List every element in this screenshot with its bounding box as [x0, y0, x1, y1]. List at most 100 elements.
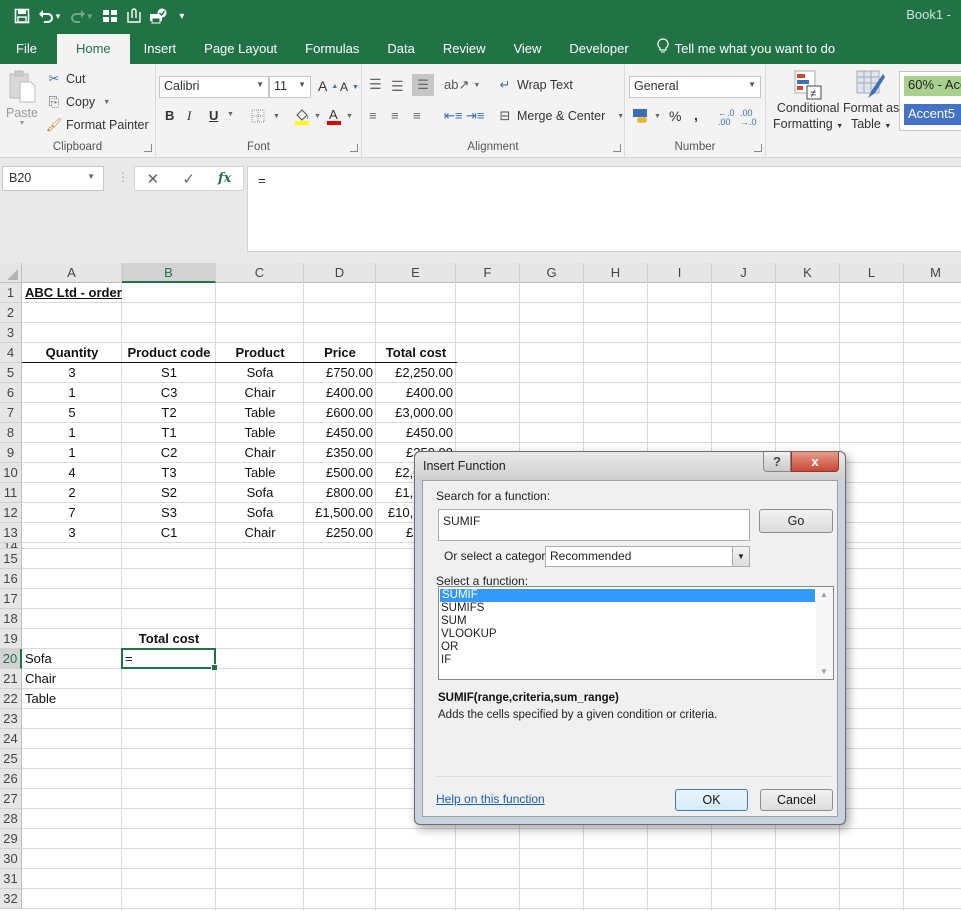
cell-quantity[interactable]: 1 — [22, 383, 122, 403]
align-right-button[interactable]: ≡ — [413, 108, 421, 123]
row-header-23[interactable]: 23 — [0, 709, 22, 729]
copy-button[interactable]: ⎘ Copy ▼ — [46, 94, 110, 110]
function-list[interactable]: SUMIF SUMIFS SUM VLOOKUP OR IF ▲ ▼ — [438, 586, 834, 680]
cell-price[interactable]: £750.00 — [304, 363, 376, 383]
cell-quantity[interactable]: 3 — [22, 363, 122, 383]
orientation-button[interactable]: ab↗ ▼ — [444, 77, 480, 93]
row-header-31[interactable]: 31 — [0, 869, 22, 889]
borders-button[interactable]: ▼ — [251, 109, 280, 123]
row-header-16[interactable]: 16 — [0, 569, 22, 589]
font-size-select[interactable]: 11 ▼ — [269, 76, 311, 98]
help-button[interactable]: ? — [763, 452, 791, 472]
row-header-2[interactable]: 2 — [0, 303, 22, 323]
summary-label-table[interactable]: Table — [22, 689, 59, 709]
fill-color-button[interactable]: ▼ — [294, 107, 321, 125]
resize-handle-icon[interactable]: ⋮ — [117, 170, 129, 184]
cancel-button[interactable]: Cancel — [760, 789, 833, 811]
decrease-indent-button[interactable]: ⇤≡ — [444, 108, 462, 124]
font-launcher-icon[interactable] — [350, 144, 358, 152]
scroll-up-icon[interactable]: ▲ — [820, 590, 828, 599]
increase-indent-button[interactable]: ⇥≡ — [466, 108, 484, 124]
cell-product-code[interactable]: C3 — [122, 383, 216, 403]
cell-price[interactable]: £350.00 — [304, 443, 376, 463]
row-header-11[interactable]: 11 — [0, 483, 22, 503]
paste-button[interactable]: Paste ▼ — [6, 70, 38, 127]
insert-function-icon[interactable]: fx — [218, 171, 231, 186]
function-item-or[interactable]: OR — [439, 641, 833, 654]
cell-quantity[interactable]: 1 — [22, 443, 122, 463]
sheet-title[interactable]: ABC Ltd - order — [22, 283, 125, 303]
cut-button[interactable]: ✂ Cut — [46, 71, 86, 87]
close-button[interactable]: x — [791, 452, 839, 472]
comma-button[interactable]: , — [694, 107, 698, 123]
attach-icon[interactable] — [122, 4, 146, 28]
row-header-13[interactable]: 13 — [0, 523, 22, 543]
row-header-19[interactable]: 19 — [0, 629, 22, 649]
function-item-sum[interactable]: SUM — [439, 615, 833, 628]
column-header-l[interactable]: L — [840, 263, 904, 283]
cell-product-code[interactable]: S1 — [122, 363, 216, 383]
column-header-e[interactable]: E — [376, 263, 456, 283]
column-header-b[interactable]: B — [122, 263, 216, 283]
cell-price[interactable]: £400.00 — [304, 383, 376, 403]
cell-product[interactable]: Chair — [216, 383, 304, 403]
row-header-28[interactable]: 28 — [0, 809, 22, 829]
select-all-button[interactable] — [0, 263, 22, 283]
row-header-15[interactable]: 15 — [0, 549, 22, 569]
row-header-32[interactable]: 32 — [0, 889, 22, 909]
cell-price[interactable]: £500.00 — [304, 463, 376, 483]
alignment-launcher-icon[interactable] — [613, 144, 621, 152]
clipboard-launcher-icon[interactable] — [144, 144, 152, 152]
row-header-22[interactable]: 22 — [0, 689, 22, 709]
header-product-code[interactable]: Product code — [122, 343, 216, 363]
wrap-text-button[interactable]: ↵ Wrap Text — [497, 77, 573, 93]
summary-label-sofa[interactable]: Sofa — [22, 649, 55, 669]
dialog-title-bar[interactable]: Insert Function ? x — [415, 452, 845, 480]
column-header-f[interactable]: F — [456, 263, 520, 283]
function-list-scrollbar[interactable]: ▲ ▼ — [816, 587, 833, 679]
row-header-5[interactable]: 5 — [0, 363, 22, 383]
row-header-29[interactable]: 29 — [0, 829, 22, 849]
cell-product-code[interactable]: C1 — [122, 523, 216, 543]
function-item-sumifs[interactable]: SUMIFS — [439, 602, 833, 615]
help-on-function-link[interactable]: Help on this function — [436, 792, 545, 806]
row-header-25[interactable]: 25 — [0, 749, 22, 769]
cell-product[interactable]: Chair — [216, 443, 304, 463]
cell-product-code[interactable]: T3 — [122, 463, 216, 483]
column-header-i[interactable]: I — [648, 263, 712, 283]
style-60-accent[interactable]: 60% - Accent — [904, 76, 961, 96]
row-header-4[interactable]: 4 — [0, 343, 22, 363]
row-header-1[interactable]: 1 — [0, 283, 22, 303]
cell-quantity[interactable]: 4 — [22, 463, 122, 483]
cell-price[interactable]: £800.00 — [304, 483, 376, 503]
column-header-k[interactable]: K — [776, 263, 840, 283]
tab-review[interactable]: Review — [429, 34, 500, 64]
tab-developer[interactable]: Developer — [555, 34, 642, 64]
tab-file[interactable]: File — [0, 34, 57, 64]
copy-dropdown-icon[interactable]: ▼ — [103, 99, 110, 106]
align-center-button[interactable]: ≡ — [391, 108, 399, 123]
column-header-g[interactable]: G — [520, 263, 584, 283]
align-left-button[interactable]: ≡ — [369, 108, 377, 123]
tab-insert[interactable]: Insert — [130, 34, 191, 64]
column-header-a[interactable]: A — [22, 263, 122, 283]
tab-view[interactable]: View — [499, 34, 555, 64]
scroll-down-icon[interactable]: ▼ — [820, 667, 828, 676]
cell-total-cost[interactable]: £3,000.00 — [376, 403, 456, 423]
tell-me-box[interactable]: Tell me what you want to do — [643, 34, 849, 64]
row-header-18[interactable]: 18 — [0, 609, 22, 629]
cell-total-cost[interactable]: £400.00 — [376, 383, 456, 403]
cell-product-code[interactable]: T2 — [122, 403, 216, 423]
underline-button[interactable]: U — [209, 108, 218, 123]
column-header-m[interactable]: M — [904, 263, 961, 283]
form-icon[interactable] — [98, 4, 122, 28]
cell-product[interactable]: Sofa — [216, 363, 304, 383]
top-align-button[interactable]: ☰ — [369, 76, 382, 93]
column-header-d[interactable]: D — [304, 263, 376, 283]
middle-align-button[interactable]: ☰ — [391, 78, 404, 95]
summary-header[interactable]: Total cost — [122, 629, 216, 649]
underline-dropdown-icon[interactable]: ▼ — [227, 111, 234, 118]
row-header-6[interactable]: 6 — [0, 383, 22, 403]
format-painter-button[interactable]: 🖌 Format Painter — [46, 117, 149, 133]
style-accent5[interactable]: Accent5 — [904, 104, 961, 125]
